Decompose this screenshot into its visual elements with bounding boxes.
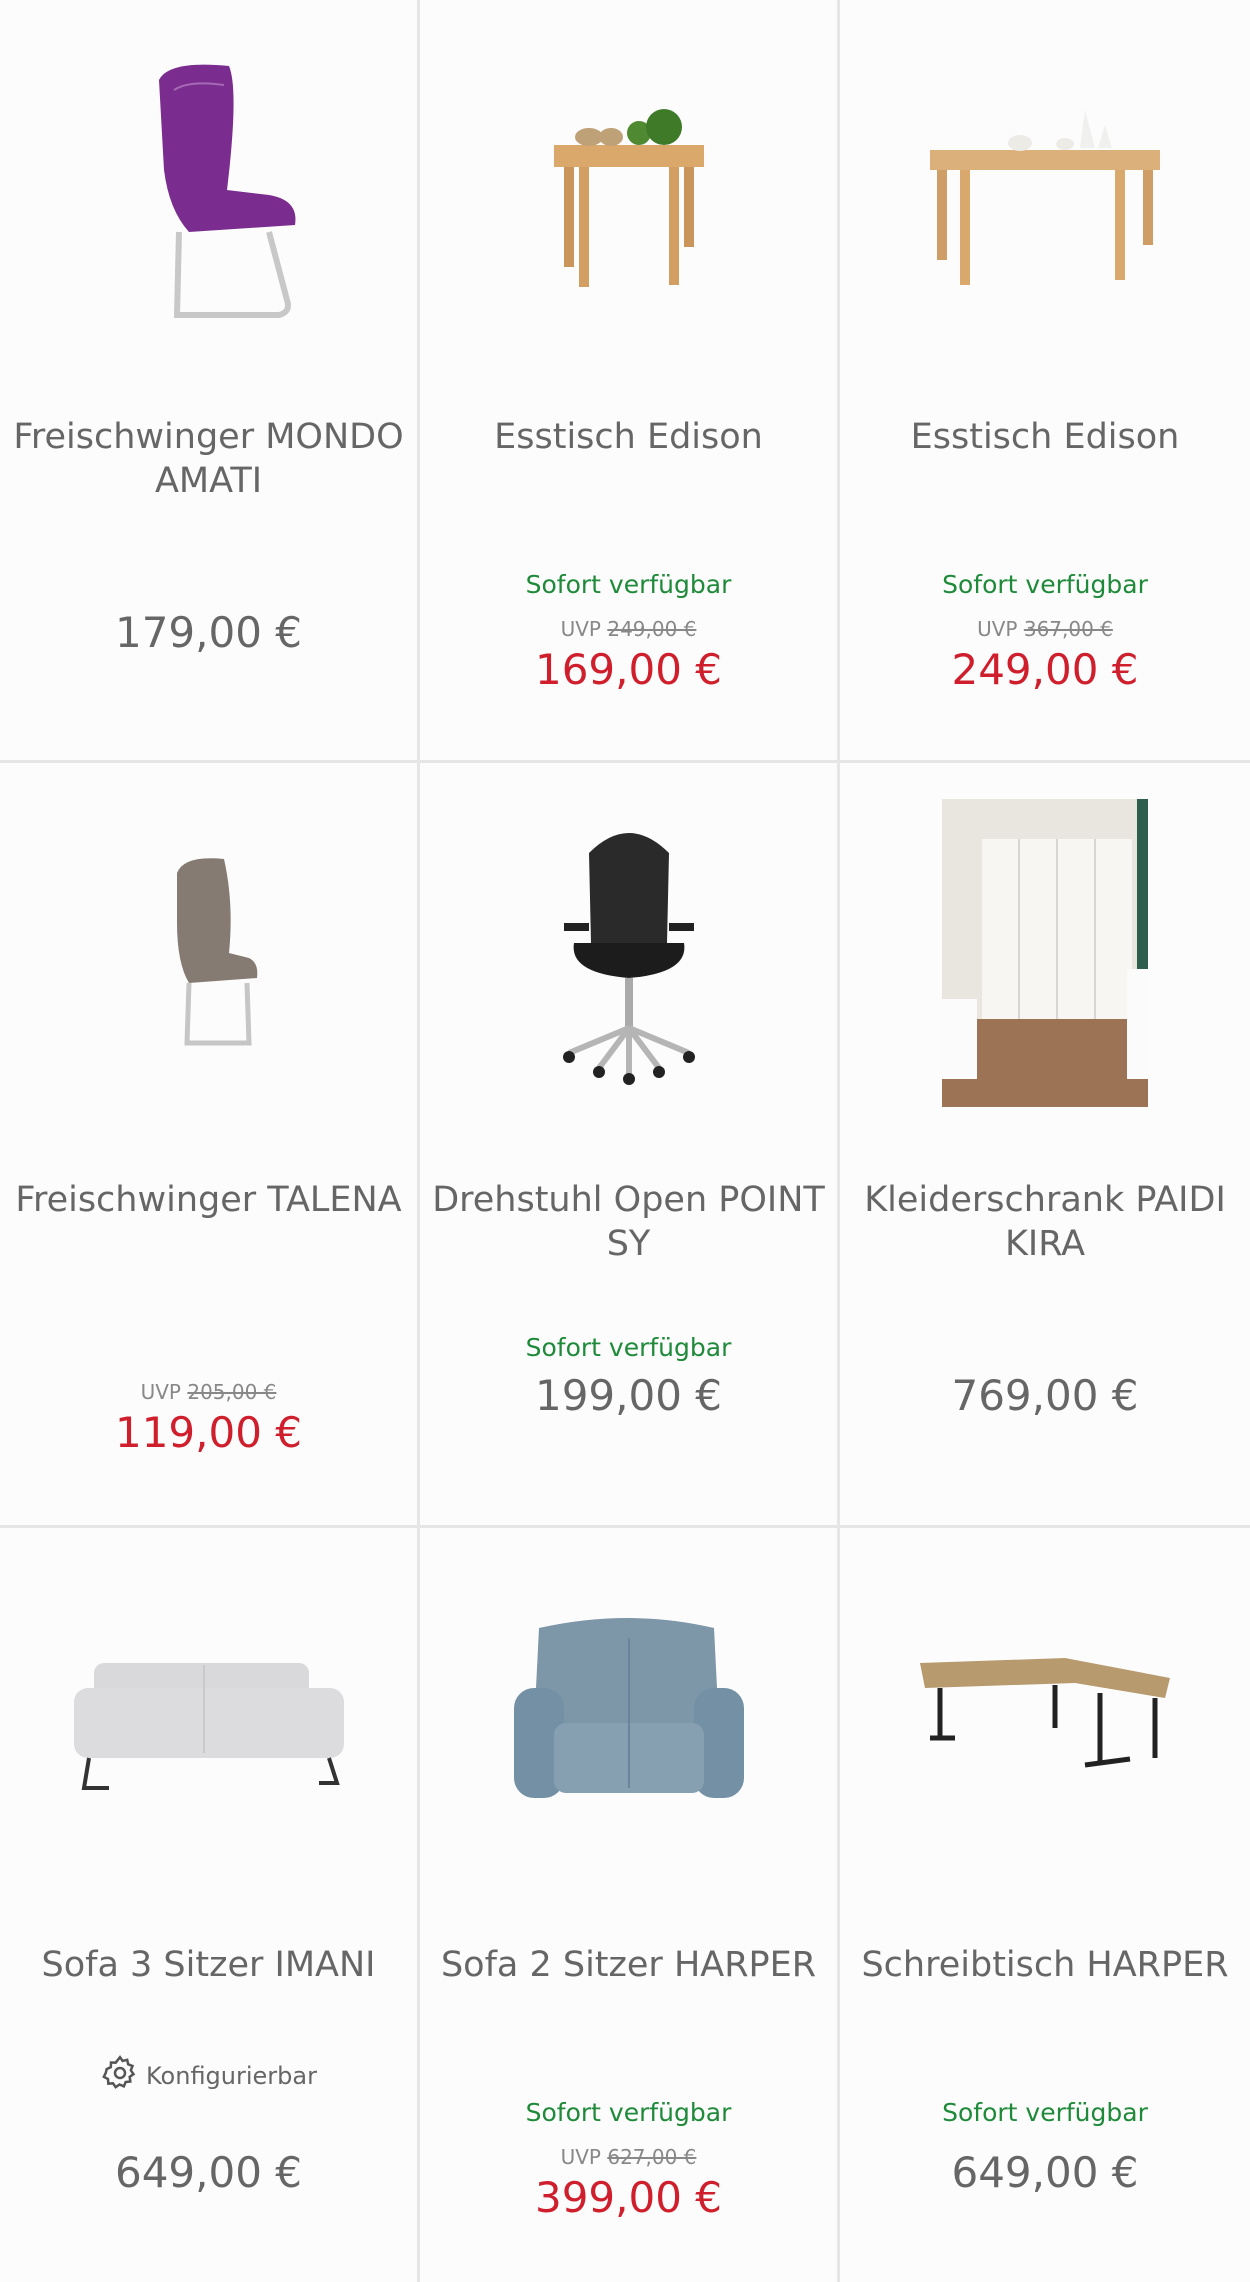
- sale-price: 249,00 €: [951, 645, 1139, 694]
- sale-price: 399,00 €: [534, 2173, 723, 2222]
- availability-label: Sofort verfügbar: [942, 2098, 1148, 2127]
- cantilever-chair-taupe-image: [176, 858, 257, 1046]
- product-card[interactable]: Freischwinger TALENA UVP 205,00 € 119,00…: [0, 763, 417, 1525]
- product-title[interactable]: Freischwinger TALENA: [10, 1178, 407, 1222]
- product-price: 649,00 €: [951, 2148, 1139, 2197]
- uvp-line: UVP 627,00 €: [420, 2145, 837, 2169]
- sofa-2-seater-recliner-image: [513, 1618, 744, 1798]
- product-card[interactable]: Kleiderschrank PAIDI KIRA 769,00 €: [840, 763, 1250, 1525]
- availability-label: Sofort verfügbar: [525, 2098, 732, 2127]
- uvp-line: UVP 249,00 €: [420, 617, 837, 641]
- configurable-label: Konfigurierbar: [146, 2062, 317, 2090]
- wardrobe-room-image: [942, 799, 1148, 1107]
- product-price: 769,00 €: [951, 1371, 1139, 1420]
- product-title[interactable]: Freischwinger MONDO AMATI: [10, 415, 407, 503]
- product-title[interactable]: Schreibtisch HARPER: [850, 1943, 1240, 1987]
- uvp-label: UVP: [140, 1380, 181, 1404]
- uvp-label: UVP: [560, 2145, 601, 2169]
- product-image[interactable]: [0, 1528, 417, 1908]
- dining-table-long-image: [930, 110, 1160, 285]
- product-image[interactable]: [840, 0, 1250, 380]
- uvp-old-price: 249,00 €: [607, 617, 697, 641]
- dining-table-square-image: [553, 109, 704, 287]
- uvp-label: UVP: [560, 617, 601, 641]
- product-card[interactable]: Sofa 3 Sitzer IMANI Konfigurierbar 649,0…: [0, 1528, 417, 2282]
- office-chair-image: [562, 833, 695, 1085]
- product-image[interactable]: [420, 763, 837, 1143]
- availability-label: Sofort verfügbar: [525, 570, 732, 599]
- product-card[interactable]: Schreibtisch HARPER Sofort verfügbar 649…: [840, 1528, 1250, 2282]
- sofa-3-seater-image: [73, 1663, 344, 1790]
- uvp-old-price: 367,00 €: [1023, 617, 1113, 641]
- uvp-old-price: 627,00 €: [607, 2145, 697, 2169]
- product-image[interactable]: [840, 763, 1250, 1143]
- product-card[interactable]: Esstisch Edison Sofort verfügbar UVP 249…: [420, 0, 837, 760]
- product-title[interactable]: Sofa 3 Sitzer IMANI: [10, 1943, 407, 1987]
- product-price: 199,00 €: [534, 1371, 723, 1420]
- gear-icon: [100, 2053, 140, 2099]
- product-price: 179,00 €: [114, 608, 303, 657]
- availability-label: Sofort verfügbar: [525, 1333, 732, 1362]
- product-card[interactable]: Drehstuhl Open POINT SY Sofort verfügbar…: [420, 763, 837, 1525]
- cantilever-chair-purple-image: [158, 64, 295, 318]
- product-image[interactable]: [0, 0, 417, 380]
- uvp-line: UVP 367,00 €: [840, 617, 1250, 641]
- product-card[interactable]: Freischwinger MONDO AMATI 179,00 €: [0, 0, 417, 760]
- product-card[interactable]: Sofa 2 Sitzer HARPER Sofort verfügbar UV…: [420, 1528, 837, 2282]
- product-title[interactable]: Sofa 2 Sitzer HARPER: [430, 1943, 827, 1987]
- product-card[interactable]: Esstisch Edison Sofort verfügbar UVP 367…: [840, 0, 1250, 760]
- product-title[interactable]: Esstisch Edison: [430, 415, 827, 459]
- sale-price: 169,00 €: [534, 645, 723, 694]
- corner-desk-image: [920, 1658, 1170, 1768]
- availability-label: Sofort verfügbar: [942, 570, 1148, 599]
- product-image[interactable]: [420, 1528, 837, 1908]
- product-grid: Freischwinger MONDO AMATI 179,00 € Essti…: [0, 0, 1250, 2282]
- uvp-label: UVP: [977, 617, 1018, 641]
- product-title[interactable]: Kleiderschrank PAIDI KIRA: [850, 1178, 1240, 1266]
- uvp-old-price: 205,00 €: [187, 1380, 277, 1404]
- sale-price: 119,00 €: [114, 1408, 303, 1457]
- product-image[interactable]: [840, 1528, 1250, 1908]
- product-price: 649,00 €: [114, 2148, 303, 2197]
- product-title[interactable]: Drehstuhl Open POINT SY: [430, 1178, 827, 1266]
- configurable-tag[interactable]: Konfigurierbar: [0, 2053, 417, 2099]
- product-image[interactable]: [0, 763, 417, 1143]
- uvp-line: UVP 205,00 €: [0, 1380, 417, 1404]
- product-image[interactable]: [420, 0, 837, 380]
- product-title[interactable]: Esstisch Edison: [850, 415, 1240, 459]
